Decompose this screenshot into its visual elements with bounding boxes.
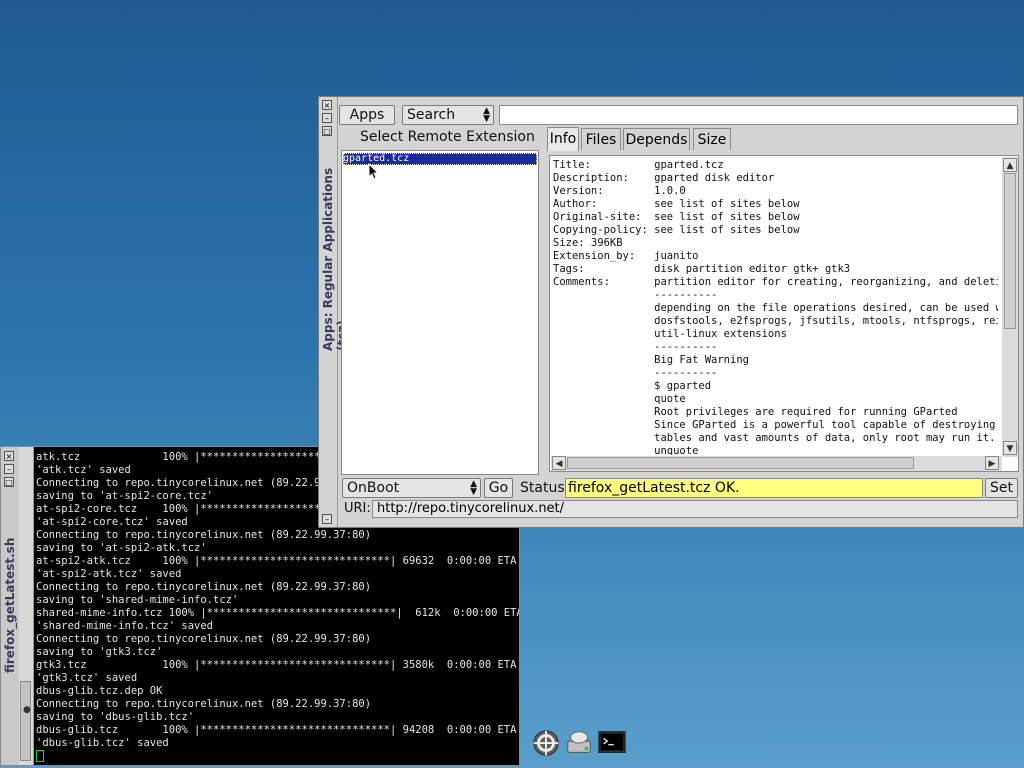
info-horizontal-scrollbar[interactable]: ◀ ▶	[551, 456, 1002, 471]
onboot-select-label: OnBoot	[347, 480, 400, 496]
scrollbar-thumb[interactable]	[20, 681, 31, 761]
minimize-icon[interactable]: –	[322, 113, 332, 123]
set-button[interactable]: Set	[985, 478, 1018, 498]
apps-button[interactable]: Apps	[339, 105, 395, 125]
scroll-grip-icon: ●	[23, 705, 31, 715]
search-input[interactable]	[499, 105, 1018, 125]
mouse-pointer-icon	[368, 163, 380, 180]
tab-size[interactable]: Size	[693, 128, 731, 150]
spinner-arrows-icon: ▲ ▼	[470, 479, 477, 497]
terminal-icon[interactable]	[596, 728, 628, 758]
search-select[interactable]: Search ▲ ▼	[402, 105, 494, 125]
scroll-up-icon[interactable]: ▲	[1003, 158, 1017, 172]
onboot-select[interactable]: OnBoot ▲ ▼	[342, 478, 481, 498]
terminal-titlebar[interactable]: × – □ firefox_getLatest.sh	[1, 447, 20, 765]
minimize-icon[interactable]: –	[4, 464, 14, 474]
uri-label: URI:	[344, 501, 371, 516]
apps-icon[interactable]	[530, 728, 562, 758]
maximize-icon[interactable]: □	[4, 477, 14, 487]
info-vertical-scrollbar[interactable]: ▲ ▼	[1002, 157, 1018, 457]
scroll-left-icon[interactable]: ◀	[552, 456, 566, 470]
maximize-icon[interactable]: □	[322, 126, 332, 136]
tab-depends[interactable]: Depends	[623, 128, 690, 150]
status-label: Status	[520, 480, 565, 496]
tab-files[interactable]: Files	[581, 128, 621, 150]
apps-titlebar[interactable]: × – □ Apps: Regular Applications (tcz) –	[319, 97, 349, 527]
scrollbar-thumb[interactable]	[1004, 173, 1016, 329]
go-button[interactable]: Go	[484, 478, 513, 498]
resize-icon[interactable]: –	[322, 514, 332, 524]
info-text: Title: gparted.tcz Description: gparted …	[553, 159, 998, 455]
terminal-title: firefox_getLatest.sh	[3, 537, 17, 673]
close-icon[interactable]: ×	[4, 451, 14, 461]
close-icon[interactable]: ×	[322, 100, 332, 110]
search-select-label: Search	[407, 107, 456, 123]
terminal-scrollbar[interactable]: ●	[19, 447, 34, 765]
scroll-right-icon[interactable]: ▶	[985, 456, 999, 470]
status-field: firefox_getLatest.tcz OK.	[565, 478, 983, 498]
tab-info[interactable]: Info	[547, 127, 579, 151]
spinner-arrows-icon: ▲ ▼	[483, 106, 490, 124]
info-panel[interactable]: Title: gparted.tcz Description: gparted …	[549, 155, 1019, 472]
drive-icon[interactable]	[563, 728, 595, 758]
list-heading: Select Remote Extension	[360, 129, 535, 145]
uri-field[interactable]: http://repo.tinycorelinux.net/	[372, 500, 1018, 518]
extension-list[interactable]: gparted.tcz	[341, 150, 539, 475]
cursor-icon	[36, 750, 44, 762]
scroll-down-icon[interactable]: ▼	[1003, 441, 1017, 455]
scrollbar-thumb[interactable]	[567, 457, 914, 469]
